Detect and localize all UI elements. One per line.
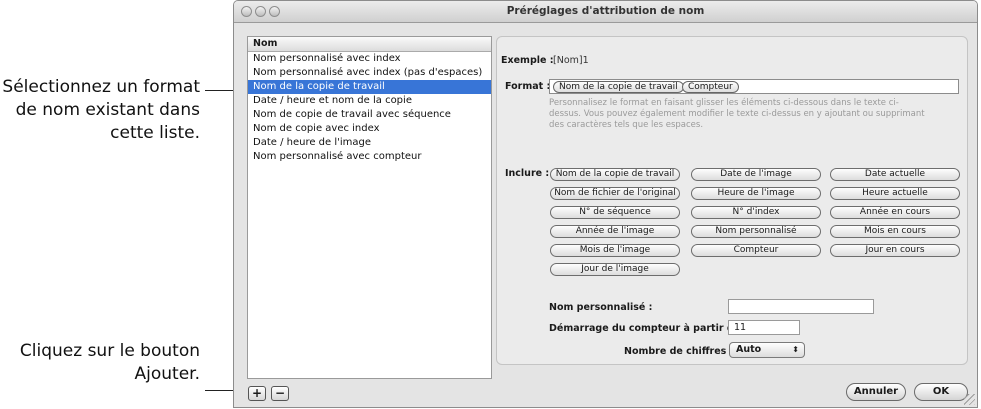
cancel-button[interactable]: Annuler — [846, 383, 906, 401]
counter-start-label: Démarrage du compteur à partir de : — [549, 323, 748, 334]
list-item[interactable]: Nom de copie de travail avec séquence — [248, 108, 491, 122]
include-master-filename[interactable]: Nom de fichier de l'original — [550, 187, 680, 200]
title-bar[interactable]: Préréglages d'attribution de nom — [234, 1, 977, 23]
digits-label: Nombre de chiffres : — [624, 346, 734, 357]
format-help-text: Personnalisez le format en faisant gliss… — [549, 98, 925, 130]
include-image-day[interactable]: Jour de l'image — [550, 263, 680, 276]
format-editor-panel: Exemple : [Nom]1 Format : Nom de la copi… — [496, 36, 968, 365]
include-current-year[interactable]: Année en cours — [830, 206, 960, 219]
include-current-time[interactable]: Heure actuelle — [830, 187, 960, 200]
include-counter[interactable]: Compteur — [691, 244, 821, 257]
resize-grip-icon[interactable] — [964, 394, 975, 405]
list-item[interactable]: Date / heure et nom de la copie — [248, 94, 491, 108]
preset-list[interactable]: Nom Nom personnalisé avec index Nom pers… — [247, 36, 492, 379]
remove-button[interactable]: − — [271, 386, 289, 401]
format-label: Format : — [505, 81, 551, 92]
example-label: Exemple : — [501, 55, 554, 66]
window-title: Préréglages d'attribution de nom — [506, 5, 705, 17]
include-version-name[interactable]: Nom de la copie de travail — [550, 168, 680, 181]
example-value: [Nom]1 — [553, 55, 589, 66]
callout-select-format: Sélectionnez un format de nom existant d… — [2, 77, 200, 143]
include-current-month[interactable]: Mois en cours — [830, 225, 960, 238]
format-field[interactable]: Nom de la copie de travail Compteur — [549, 79, 959, 94]
list-item[interactable]: Nom personnalisé avec index (pas d'espac… — [248, 66, 491, 80]
include-image-year[interactable]: Année de l'image — [550, 225, 680, 238]
counter-start-field[interactable]: 11 — [728, 320, 800, 335]
include-current-date[interactable]: Date actuelle — [830, 168, 960, 181]
add-button[interactable]: + — [248, 386, 266, 401]
digits-popup[interactable]: Auto ⬍ — [729, 342, 805, 358]
include-sequence-number[interactable]: N° de séquence — [550, 206, 680, 219]
format-token-version-name[interactable]: Nom de la copie de travail — [553, 81, 684, 93]
include-label: Inclure : — [505, 168, 550, 179]
format-token-counter[interactable]: Compteur — [682, 81, 739, 93]
include-image-date[interactable]: Date de l'image — [691, 168, 821, 181]
ok-button[interactable]: OK — [914, 383, 968, 401]
naming-presets-window: Préréglages d'attribution de nom Nom Nom… — [233, 0, 978, 408]
include-index-number[interactable]: N° d'index — [691, 206, 821, 219]
popup-arrows-icon: ⬍ — [792, 345, 799, 354]
include-image-month[interactable]: Mois de l'image — [550, 244, 680, 257]
custom-name-field[interactable] — [728, 299, 874, 314]
digits-value: Auto — [736, 344, 762, 355]
include-image-time[interactable]: Heure de l'image — [691, 187, 821, 200]
callout-add-button: Cliquez sur le bouton Ajouter. — [19, 341, 200, 384]
include-custom-name[interactable]: Nom personnalisé — [691, 225, 821, 238]
list-header-name[interactable]: Nom — [248, 37, 491, 52]
include-current-day[interactable]: Jour en cours — [830, 244, 960, 257]
list-item[interactable]: Nom de copie avec index — [248, 122, 491, 136]
list-item-selected[interactable]: Nom de la copie de travail — [248, 80, 491, 94]
list-item[interactable]: Nom personnalisé avec compteur — [248, 150, 491, 164]
list-item[interactable]: Date / heure de l'image — [248, 136, 491, 150]
list-item[interactable]: Nom personnalisé avec index — [248, 52, 491, 66]
custom-name-label: Nom personnalisé : — [549, 302, 653, 313]
